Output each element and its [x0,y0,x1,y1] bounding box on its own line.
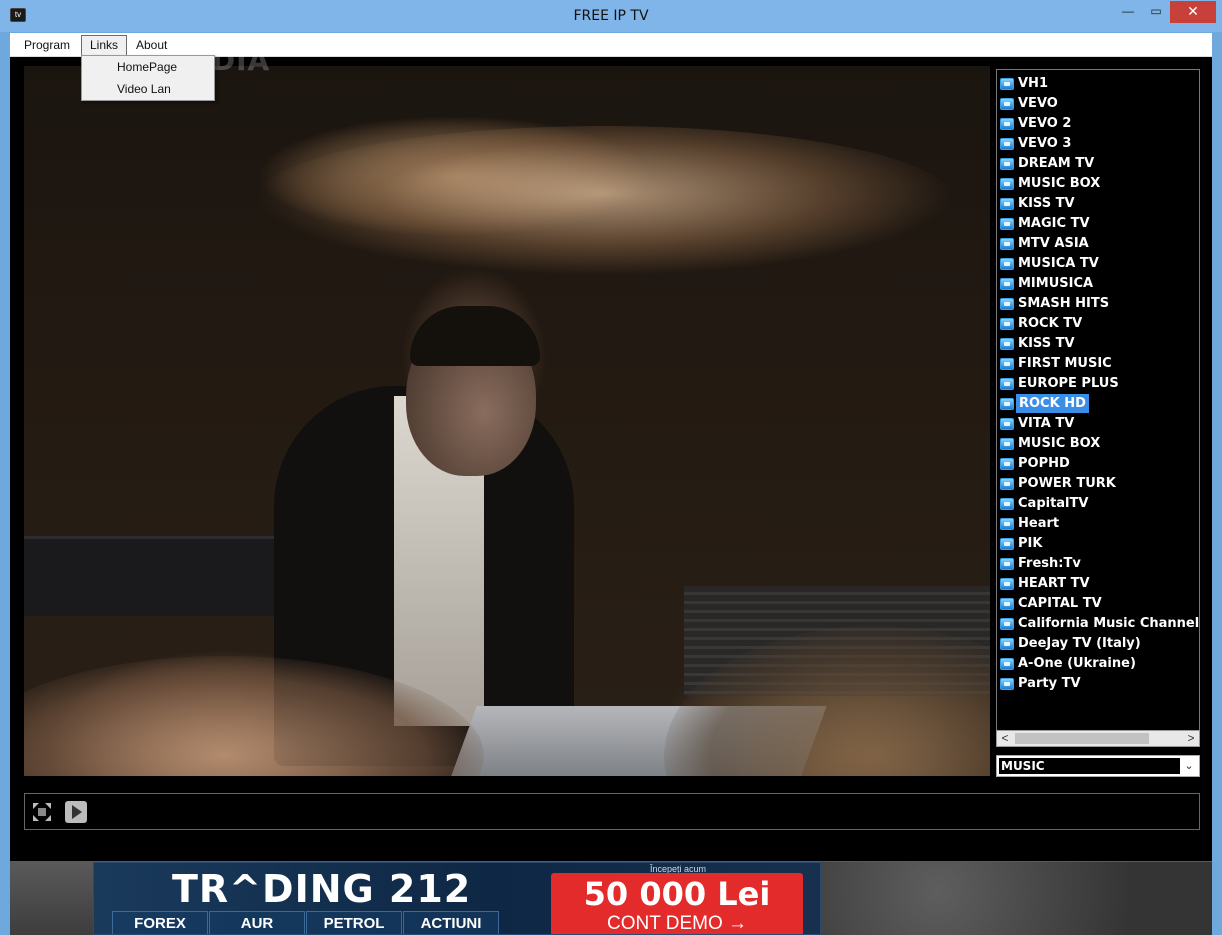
ad-tab-forex[interactable]: FOREX [112,911,208,934]
category-select-value: MUSIC [999,758,1180,774]
category-select[interactable]: MUSIC ⌄ [996,755,1200,777]
channel-label: DeeJay TV (Italy) [1018,636,1141,651]
ad-cta-amount: 50 000 Lei [583,875,771,913]
minimize-button[interactable]: — [1114,1,1142,23]
tv-channel-icon [1000,218,1014,230]
channel-label: A-One (Ukraine) [1018,656,1136,671]
menu-program[interactable]: Program [16,36,78,56]
channel-label: California Music Channel ( [1018,616,1200,631]
channel-label: MUSIC BOX [1018,176,1101,191]
scroll-thumb[interactable] [1015,733,1149,744]
channel-label: VEVO [1018,96,1058,111]
ad-cta-subtitle: CONT DEMO → [606,913,748,934]
tv-channel-icon [1000,418,1014,430]
scroll-right-button[interactable]: > [1183,731,1199,746]
channel-label: HEART TV [1018,576,1090,591]
tv-channel-icon [1000,578,1014,590]
menu-item-homepage[interactable]: HomePage [83,57,213,78]
channel-label: EUROPE PLUS [1018,376,1119,391]
channel-label: MUSICA TV [1018,256,1099,271]
tv-channel-icon [1000,678,1014,690]
play-button[interactable] [65,801,87,823]
channel-label: VH1 [1018,76,1048,91]
tv-channel-icon [1000,538,1014,550]
ad-brand: TR^DING 212 [172,867,472,911]
ad-tab-petrol[interactable]: PETROL [306,911,402,934]
ad-tab-aur[interactable]: AUR [209,911,305,934]
window-title: FREE IP TV [573,8,649,24]
channel-label: ROCK TV [1018,316,1083,331]
ad-tab-actiuni[interactable]: ACTIUNI [403,911,499,934]
tv-channel-icon [1000,618,1014,630]
channel-label: CapitalTV [1018,496,1089,511]
fullscreen-icon [31,801,53,823]
ad-cta-button[interactable]: 50 000 Lei CONT DEMO → [551,873,803,934]
channel-label: KISS TV [1018,336,1075,351]
channel-label: Heart [1018,516,1060,531]
play-icon [72,805,82,819]
channel-label: MUSIC BOX [1018,436,1101,451]
tv-channel-icon [1000,638,1014,650]
fullscreen-button[interactable] [31,801,53,823]
links-dropdown-menu: HomePage Video Lan [81,55,215,101]
channel-label: MIMUSICA [1018,276,1094,291]
tv-channel-icon [1000,398,1014,410]
tv-channel-icon [1000,478,1014,490]
tv-channel-icon [1000,178,1014,190]
tv-channel-icon [1000,318,1014,330]
tv-channel-icon [1000,278,1014,290]
close-button[interactable]: ✕ [1170,1,1216,23]
tv-channel-icon [1000,658,1014,670]
tv-channel-icon [1000,338,1014,350]
tv-channel-icon [1000,598,1014,610]
channel-label: Party TV [1018,676,1081,691]
tv-channel-icon [1000,458,1014,470]
ad-side-panel [821,862,1212,935]
channel-list[interactable]: VH1 VEVO VEVO 2 VEVO 3 DREAM TV MUSIC BOX KISS… [996,69,1200,731]
menu-item-video-lan[interactable]: Video Lan [83,79,213,100]
video-synth-left [24,536,304,616]
channel-label: POWER TURK [1018,476,1116,491]
channel-label: SMASH HITS [1018,296,1110,311]
chevron-down-icon[interactable]: ⌄ [1181,758,1197,774]
tv-channel-icon [1000,98,1014,110]
app-window: tv FREE IP TV — ▭ ✕ Program Links About … [0,0,1222,935]
channel-label: MAGIC TV [1018,216,1090,231]
channel-label: VEVO 3 [1018,136,1072,151]
tv-channel-icon [1000,258,1014,270]
ad-banner[interactable]: TR^DING 212 Începeți acum FOREX AUR PETR… [93,862,821,935]
channel-label: FIRST MUSIC [1018,356,1112,371]
channel-label: DREAM TV [1018,156,1095,171]
tv-channel-icon [1000,378,1014,390]
tv-channel-icon [1000,438,1014,450]
tv-channel-icon [1000,558,1014,570]
tv-channel-icon [1000,298,1014,310]
channel-label: CAPITAL TV [1018,596,1102,611]
title-bar: tv FREE IP TV — ▭ ✕ [0,0,1222,32]
tv-channel-icon [1000,118,1014,130]
tv-channel-icon [1000,138,1014,150]
channel-label: PIK [1018,536,1043,551]
channel-label: VITA TV [1018,416,1075,431]
channel-label: Fresh:Tv [1018,556,1081,571]
channel-label: KISS TV [1018,196,1075,211]
scroll-left-button[interactable]: < [997,731,1013,746]
tv-channel-icon [1000,158,1014,170]
channel-label: MTV ASIA [1018,236,1089,251]
channel-list-scrollbar[interactable]: < > [996,730,1200,747]
channel-label: ROCK HD [1016,394,1089,413]
tv-channel-icon [1000,78,1014,90]
tv-channel-icon [1000,358,1014,370]
video-cymbal-top [254,126,954,276]
tv-channel-icon [1000,498,1014,510]
maximize-button[interactable]: ▭ [1142,1,1170,23]
video-player[interactable] [24,66,990,776]
channel-label: VEVO 2 [1018,116,1072,131]
channel-label: POPHD [1018,456,1070,471]
tv-channel-icon [1000,518,1014,530]
tv-channel-icon [1000,198,1014,210]
tv-channel-icon [1000,238,1014,250]
video-performer-hair [410,306,540,366]
player-controls [24,793,1200,830]
